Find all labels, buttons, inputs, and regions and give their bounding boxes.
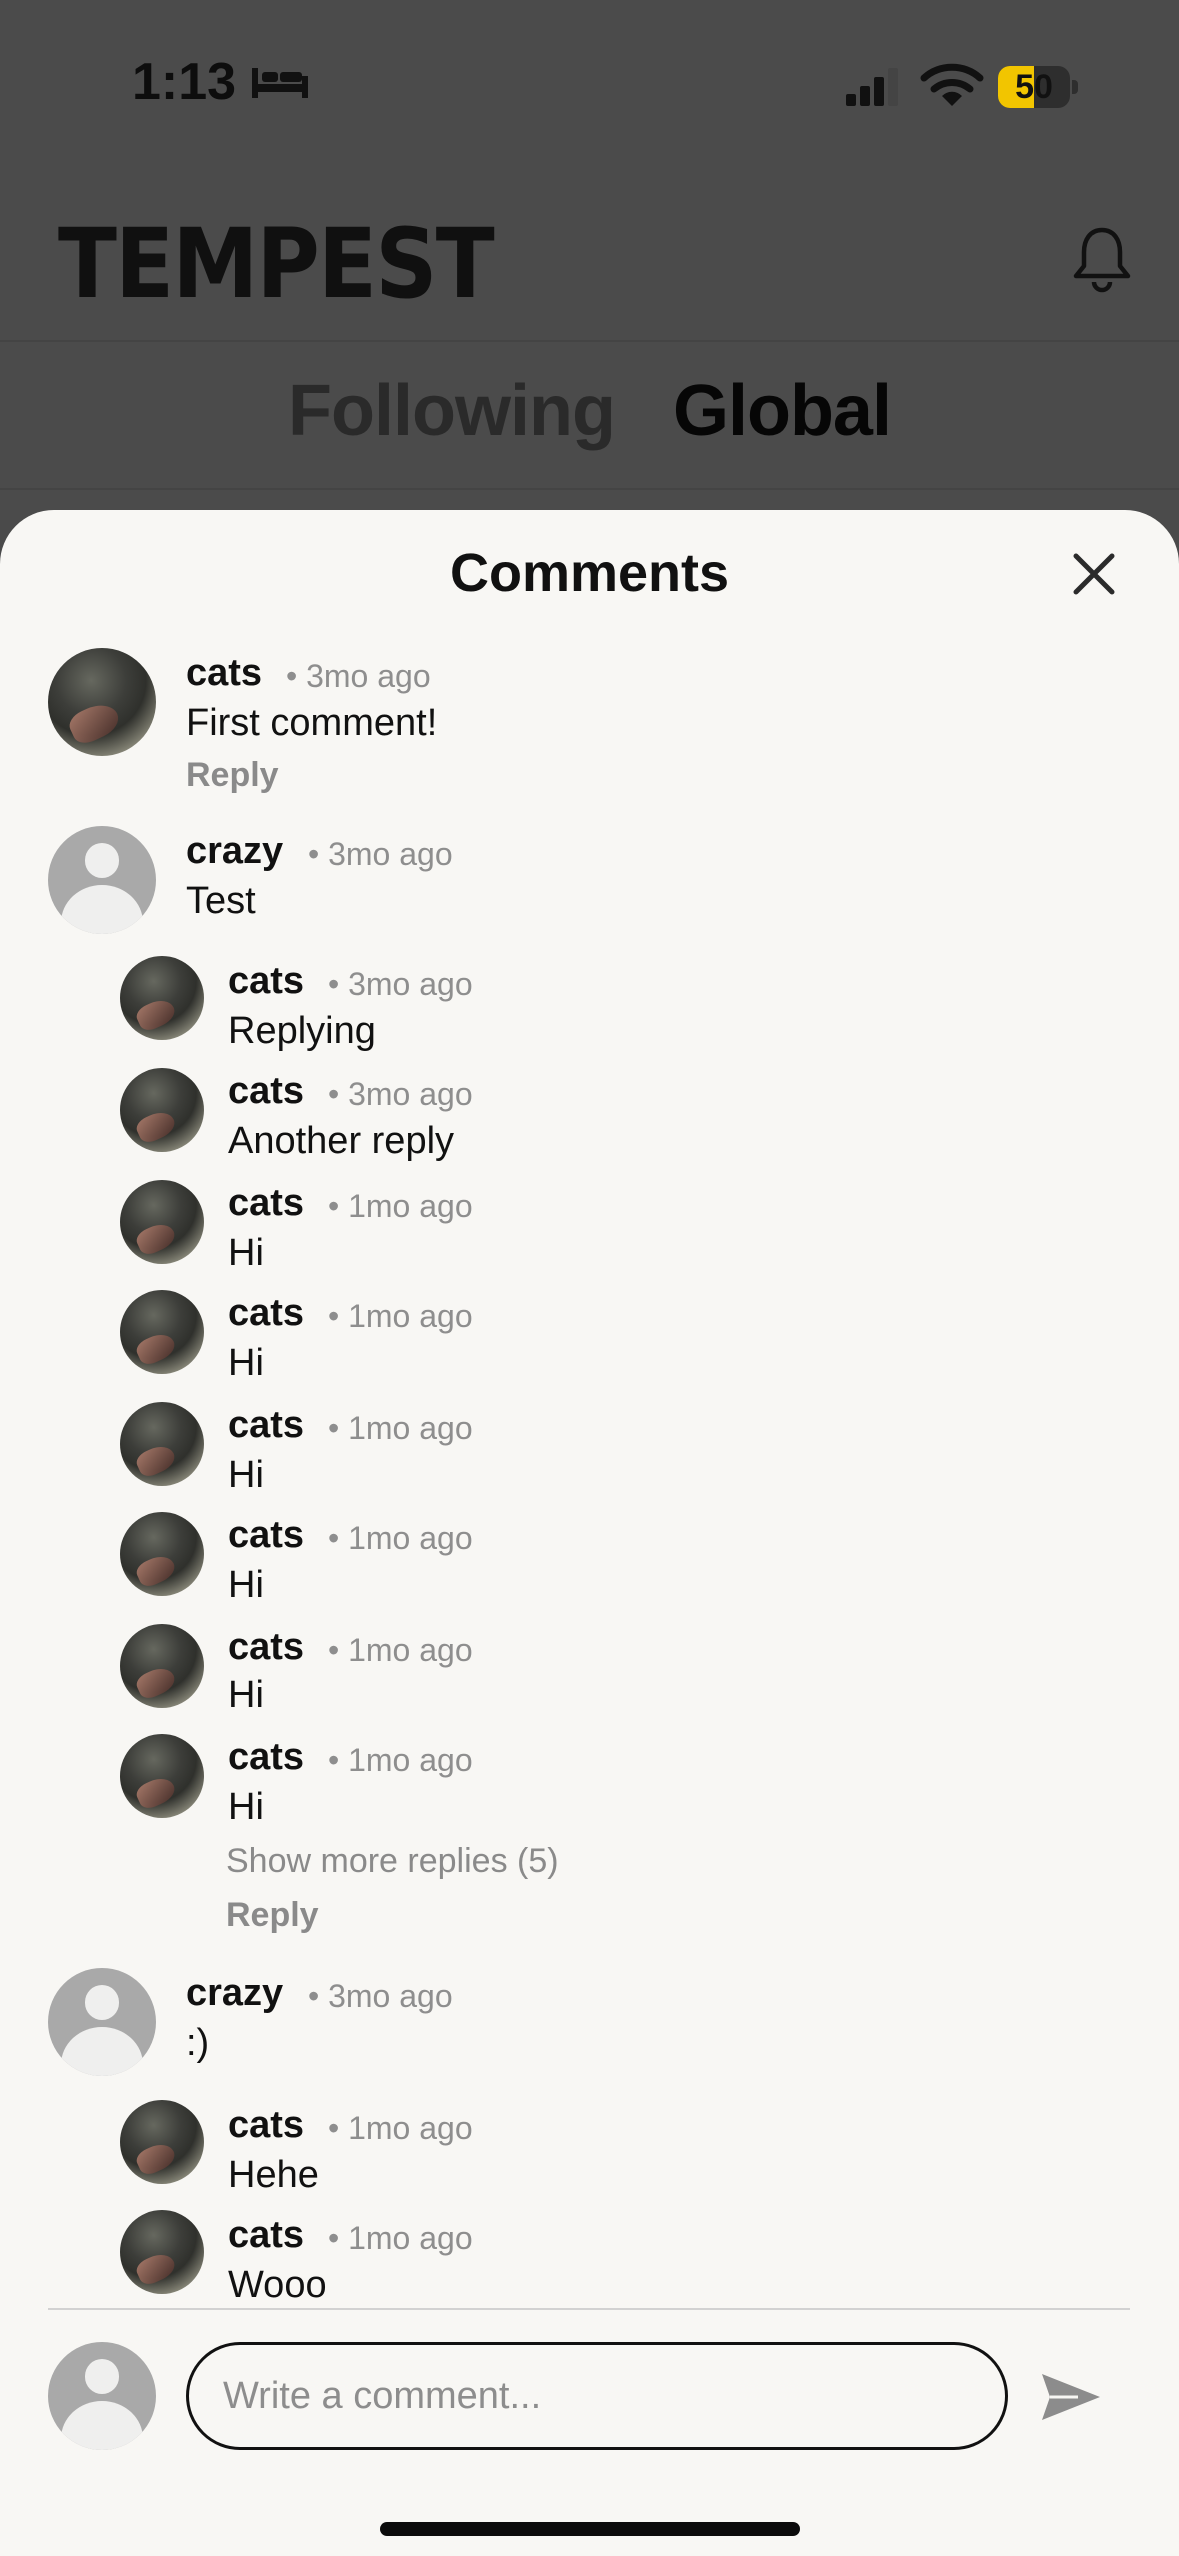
reply-timestamp: • 1mo ago bbox=[328, 1632, 473, 1668]
reply-text: Hi bbox=[228, 1786, 264, 1828]
current-user-avatar bbox=[48, 2342, 156, 2450]
reply-username[interactable]: cats bbox=[228, 1626, 304, 1669]
avatar[interactable] bbox=[120, 1180, 204, 1264]
avatar[interactable] bbox=[48, 1968, 156, 2076]
reply-username[interactable]: cats bbox=[228, 1736, 304, 1779]
reply-timestamp: • 1mo ago bbox=[328, 1410, 473, 1446]
reply-text: Replying bbox=[228, 1010, 376, 1052]
status-bar: 1:13 50 bbox=[0, 0, 1179, 170]
show-more-replies-button[interactable]: Show more replies (5) bbox=[226, 1842, 559, 1881]
status-time: 1:13 bbox=[132, 52, 310, 112]
avatar-torso bbox=[60, 2027, 144, 2076]
avatar[interactable] bbox=[120, 2210, 204, 2294]
comment-text: :) bbox=[186, 2022, 210, 2064]
avatar[interactable] bbox=[120, 1290, 204, 1374]
battery-indicator: 50 bbox=[998, 66, 1078, 108]
home-indicator bbox=[380, 2522, 800, 2536]
status-time-text: 1:13 bbox=[132, 53, 237, 111]
comment-username[interactable]: crazy bbox=[186, 830, 283, 873]
cellular-signal-icon bbox=[846, 68, 898, 106]
comment-input[interactable] bbox=[186, 2342, 1008, 2450]
reply-username[interactable]: cats bbox=[228, 1070, 304, 1113]
tab-following[interactable]: Following bbox=[288, 370, 616, 452]
reply-timestamp: • 1mo ago bbox=[328, 1742, 473, 1778]
bell-icon[interactable] bbox=[1066, 222, 1138, 294]
avatar[interactable] bbox=[120, 1402, 204, 1486]
reply-timestamp: • 1mo ago bbox=[328, 1188, 473, 1224]
wifi-icon bbox=[920, 63, 984, 106]
reply-timestamp: • 1mo ago bbox=[328, 2110, 473, 2146]
tabs-divider bbox=[0, 488, 1179, 490]
tab-global[interactable]: Global bbox=[673, 370, 892, 452]
reply-button[interactable]: Reply bbox=[226, 1896, 319, 1935]
avatar-head bbox=[84, 843, 120, 878]
avatar[interactable] bbox=[120, 2100, 204, 2184]
input-divider bbox=[48, 2308, 1130, 2310]
reply-timestamp: • 1mo ago bbox=[328, 2220, 473, 2256]
header-divider bbox=[0, 340, 1179, 342]
battery-percent: 50 bbox=[1015, 68, 1053, 106]
avatar[interactable] bbox=[120, 1068, 204, 1152]
comment-timestamp: • 3mo ago bbox=[308, 836, 453, 872]
comment-timestamp: • 3mo ago bbox=[286, 658, 431, 694]
reply-username[interactable]: cats bbox=[228, 960, 304, 1003]
avatar[interactable] bbox=[120, 956, 204, 1040]
comment-timestamp: • 3mo ago bbox=[308, 1978, 453, 2014]
reply-username[interactable]: cats bbox=[228, 1514, 304, 1557]
comments-list[interactable]: cats • 3mo ago First comment! Reply craz… bbox=[0, 510, 1179, 2310]
reply-text: Wooo bbox=[228, 2264, 327, 2306]
reply-username[interactable]: cats bbox=[228, 2104, 304, 2147]
avatar-head bbox=[84, 2359, 120, 2394]
reply-username[interactable]: cats bbox=[228, 1404, 304, 1447]
battery-tip bbox=[1072, 80, 1078, 94]
avatar-torso bbox=[60, 885, 144, 934]
avatar[interactable] bbox=[48, 826, 156, 934]
reply-timestamp: • 3mo ago bbox=[328, 1076, 473, 1112]
comment-username[interactable]: crazy bbox=[186, 1972, 283, 2015]
reply-username[interactable]: cats bbox=[228, 1182, 304, 1225]
feed-tabs: Following Global bbox=[0, 370, 1179, 452]
reply-timestamp: • 1mo ago bbox=[328, 1298, 473, 1334]
app-logo: TEMPEST bbox=[58, 208, 495, 320]
reply-text: Hehe bbox=[228, 2154, 319, 2196]
avatar-torso bbox=[60, 2401, 144, 2450]
reply-text: Hi bbox=[228, 1342, 264, 1384]
avatar[interactable] bbox=[120, 1734, 204, 1818]
comment-text: Test bbox=[186, 880, 256, 922]
avatar-head bbox=[84, 1985, 120, 2020]
avatar[interactable] bbox=[48, 648, 156, 756]
reply-text: Another reply bbox=[228, 1120, 455, 1162]
reply-timestamp: • 3mo ago bbox=[328, 966, 473, 1002]
reply-button[interactable]: Reply bbox=[186, 756, 279, 795]
reply-timestamp: • 1mo ago bbox=[328, 1520, 473, 1556]
bed-icon bbox=[252, 68, 309, 98]
battery-body: 50 bbox=[998, 66, 1070, 108]
reply-username[interactable]: cats bbox=[228, 1292, 304, 1335]
reply-text: Hi bbox=[228, 1674, 264, 1716]
comments-sheet: Comments cats • 3mo ago First comment! R… bbox=[0, 510, 1179, 2556]
reply-text: Hi bbox=[228, 1564, 264, 1606]
send-icon[interactable] bbox=[1038, 2370, 1104, 2424]
comment-username[interactable]: cats bbox=[186, 652, 262, 695]
reply-text: Hi bbox=[228, 1232, 264, 1274]
comment-text: First comment! bbox=[186, 702, 438, 744]
reply-username[interactable]: cats bbox=[228, 2214, 304, 2257]
avatar[interactable] bbox=[120, 1512, 204, 1596]
reply-text: Hi bbox=[228, 1454, 264, 1496]
avatar[interactable] bbox=[120, 1624, 204, 1708]
